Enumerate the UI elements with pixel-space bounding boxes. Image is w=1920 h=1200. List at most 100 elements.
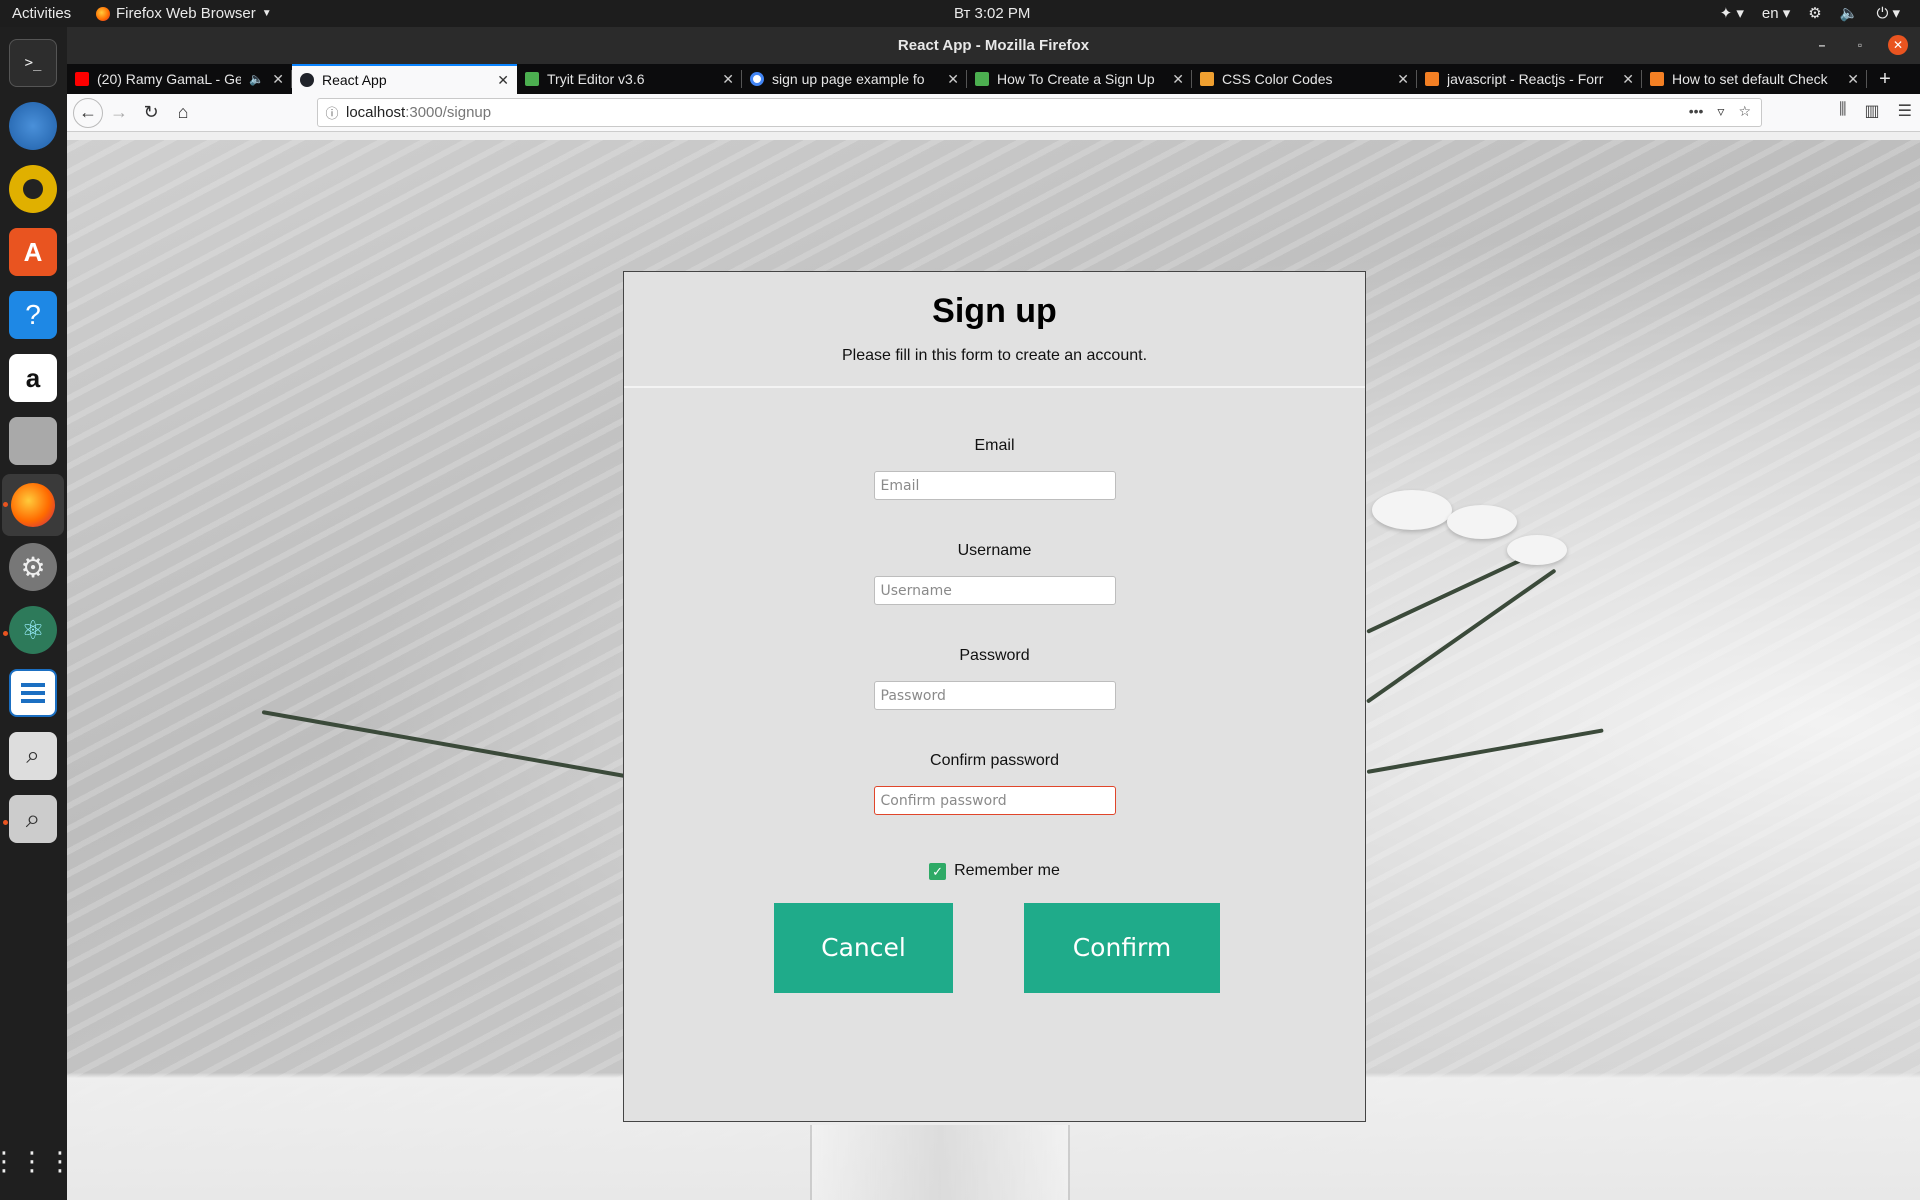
cancel-button[interactable]: Cancel [774, 903, 953, 993]
remember-me-label[interactable]: Remember me [954, 862, 1060, 880]
hamburger-menu-icon[interactable]: ☰ [1898, 101, 1912, 121]
close-window-button[interactable]: ✕ [1888, 35, 1908, 55]
tab-title: sign up page example fo [772, 71, 925, 87]
speaker-icon[interactable]: 🔈 [249, 72, 264, 86]
thunderbird-icon[interactable] [9, 102, 57, 150]
library-icon[interactable]: ⫼ [1839, 101, 1846, 121]
email-field[interactable] [873, 471, 1116, 500]
clock[interactable]: Вт 3:02 PM [954, 5, 1030, 22]
tab-title: React App [322, 72, 387, 88]
close-icon[interactable]: ✕ [1622, 71, 1634, 88]
accessibility-icon[interactable]: ✦ ▾ [1720, 4, 1744, 22]
tab-title: CSS Color Codes [1222, 71, 1333, 87]
activities-button[interactable]: Activities [12, 5, 71, 22]
new-tab-button[interactable]: + [1867, 64, 1903, 94]
network-icon[interactable]: ⚙ [1808, 4, 1821, 22]
running-indicator [3, 820, 8, 825]
confirm-password-field[interactable] [873, 786, 1116, 815]
volume-icon[interactable]: 🔈 [1840, 4, 1859, 22]
tab-title: How To Create a Sign Up [997, 71, 1155, 87]
tab-how-to-sign-up[interactable]: How To Create a Sign Up ✕ [967, 64, 1192, 94]
tab-stackoverflow-1[interactable]: javascript - Reactjs - Forr ✕ [1417, 64, 1642, 94]
close-icon[interactable]: ✕ [1847, 71, 1859, 88]
dock: >_ A ? a ⚙ ⚛ ⌕ ⌕ ⋮⋮⋮ [0, 27, 73, 1200]
url-host: localhost [346, 104, 406, 121]
close-icon[interactable]: ✕ [1172, 71, 1184, 88]
sidebar-icon[interactable]: ▥ [1865, 101, 1880, 121]
close-icon[interactable]: ✕ [272, 71, 284, 88]
password-label: Password [959, 647, 1030, 664]
maximize-button[interactable]: ▫ [1850, 35, 1870, 55]
bookmark-star-icon[interactable]: ☆ [1738, 103, 1751, 120]
remember-me-checkbox[interactable]: ✓ [929, 862, 947, 880]
username-field[interactable] [873, 576, 1116, 605]
form-header: Sign up Please fill in this form to crea… [624, 272, 1365, 388]
reload-icon[interactable]: ↻ [135, 97, 167, 129]
tab-stackoverflow-2[interactable]: How to set default Check ✕ [1642, 64, 1867, 94]
back-icon[interactable]: ← [73, 97, 103, 128]
minimize-button[interactable]: – [1812, 35, 1832, 55]
background-stem [261, 710, 676, 787]
background-vase [810, 1125, 1070, 1200]
grid-icon[interactable]: ⋮⋮⋮ [0, 1137, 73, 1185]
stackoverflow-favicon-icon [1650, 72, 1664, 86]
username-field-group: Username [624, 542, 1365, 605]
system-tray: ✦ ▾ en ▾ ⚙ 🔈 ⏻ ▾ [1720, 4, 1900, 22]
firefox-icon[interactable] [2, 474, 64, 536]
amazon-icon[interactable]: a [9, 354, 57, 402]
site-info-icon[interactable]: ⓘ [318, 103, 346, 122]
tab-google-search[interactable]: sign up page example fo ✕ [742, 64, 967, 94]
google-favicon-icon [750, 72, 764, 86]
react-favicon-icon [300, 73, 314, 87]
window-titlebar[interactable]: React App - Mozilla Firefox – ▫ ✕ [67, 27, 1920, 64]
tab-strip: (20) Ramy GamaL - Ge 🔈 ✕ React App ✕ Try… [67, 64, 1920, 94]
writer-icon[interactable] [9, 669, 57, 717]
power-icon[interactable]: ⏻ ▾ [1876, 4, 1900, 22]
close-icon[interactable]: ✕ [1397, 71, 1409, 88]
app-menu[interactable]: Firefox Web Browser ▼ [96, 5, 272, 22]
confirm-button[interactable]: Confirm [1024, 903, 1220, 993]
window-title: React App - Mozilla Firefox [897, 37, 1090, 54]
software-center-icon[interactable]: A [9, 228, 57, 276]
navigation-toolbar: ← → ↻ ⌂ ⓘ localhost:3000/signup ••• ▿ ☆ … [67, 94, 1920, 132]
chevron-down-icon: ▼ [261, 8, 272, 19]
tab-title: javascript - Reactjs - Forr [1447, 71, 1604, 87]
email-label: Email [974, 437, 1015, 454]
atom-icon[interactable]: ⚛ [9, 606, 57, 654]
language-indicator[interactable]: en ▾ [1762, 4, 1790, 22]
stackoverflow-favicon-icon [1425, 72, 1439, 86]
background-stem [1366, 728, 1604, 774]
rhythmbox-icon[interactable] [9, 165, 57, 213]
username-label: Username [957, 542, 1032, 559]
tab-tryit-editor[interactable]: Tryit Editor v3.6 ✕ [517, 64, 742, 94]
signup-form: Sign up Please fill in this form to crea… [623, 271, 1366, 1122]
tab-title: (20) Ramy GamaL - Ge [97, 71, 242, 87]
screenshot-icon[interactable]: ⌕ [9, 732, 57, 780]
w3schools-favicon-icon [975, 72, 989, 86]
tab-css-color-codes[interactable]: CSS Color Codes ✕ [1192, 64, 1417, 94]
confirm-password-label: Confirm password [930, 752, 1059, 769]
help-icon[interactable]: ? [9, 291, 57, 339]
files-icon[interactable] [9, 417, 57, 465]
forward-icon[interactable]: → [103, 97, 135, 129]
background-flower [1507, 535, 1567, 565]
tab-youtube[interactable]: (20) Ramy GamaL - Ge 🔈 ✕ [67, 64, 292, 94]
pocket-icon[interactable]: ▿ [1717, 103, 1724, 120]
password-field[interactable] [873, 681, 1116, 710]
search-icon[interactable]: ⌕ [9, 795, 57, 843]
page-content: Sign up Please fill in this form to crea… [67, 140, 1920, 1200]
youtube-favicon-icon [75, 72, 89, 86]
background-flower [1372, 490, 1452, 530]
url-bar[interactable]: ⓘ localhost:3000/signup ••• ▿ ☆ [317, 98, 1762, 127]
close-icon[interactable]: ✕ [497, 72, 509, 89]
close-icon[interactable]: ✕ [947, 71, 959, 88]
terminal-icon[interactable]: >_ [9, 39, 57, 87]
home-icon[interactable]: ⌂ [167, 97, 199, 129]
firefox-window: React App - Mozilla Firefox – ▫ ✕ (20) R… [67, 27, 1920, 1200]
close-icon[interactable]: ✕ [722, 71, 734, 88]
page-actions-icon[interactable]: ••• [1689, 103, 1704, 120]
email-field-group: Email [624, 437, 1365, 500]
settings-icon[interactable]: ⚙ [9, 543, 57, 591]
tab-react-app[interactable]: React App ✕ [292, 64, 517, 94]
w3schools-favicon-icon [525, 72, 539, 86]
